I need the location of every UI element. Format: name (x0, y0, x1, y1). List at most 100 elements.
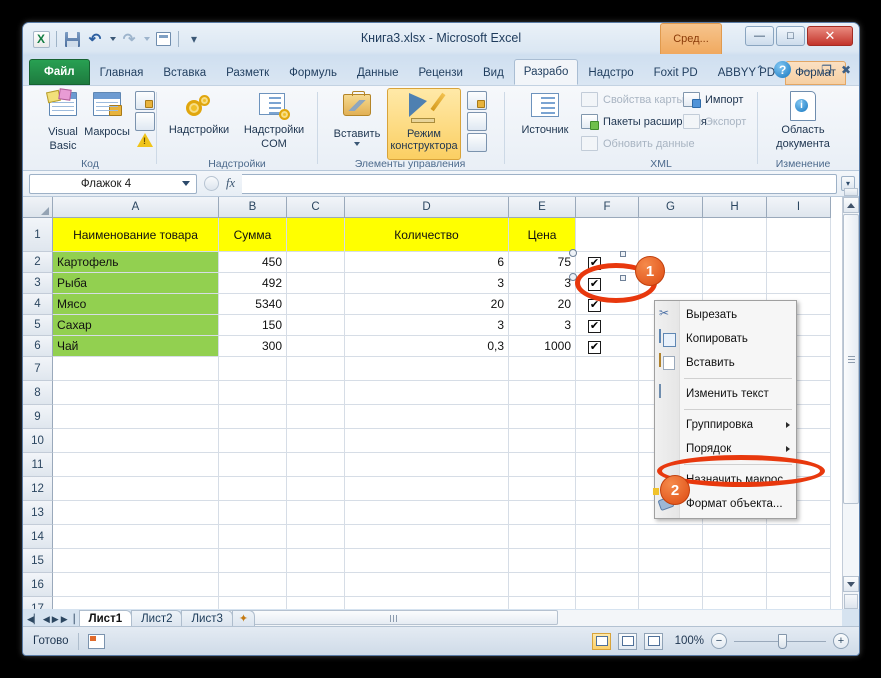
tab-insert[interactable]: Вставка (153, 61, 216, 85)
first-sheet-icon[interactable]: ◀▏ (27, 614, 41, 625)
cell-f1[interactable] (576, 218, 639, 252)
row-header-10[interactable]: 10 (23, 429, 53, 453)
cell-i3[interactable] (767, 273, 831, 294)
last-sheet-icon[interactable]: ▶▕ (61, 614, 75, 625)
menu-item-paste[interactable]: Вставить (655, 351, 796, 375)
cell-a6[interactable]: Чай (53, 336, 219, 357)
insert-control-dropdown-icon[interactable] (354, 142, 360, 146)
cell-f13[interactable] (576, 501, 639, 525)
cell-b3[interactable]: 492 (219, 273, 287, 294)
row-header-7[interactable]: 7 (23, 357, 53, 381)
tab-data[interactable]: Данные (347, 61, 409, 85)
column-header-b[interactable]: B (219, 197, 287, 218)
cell-i14[interactable] (767, 525, 831, 549)
cell-i1[interactable] (767, 218, 831, 252)
cell-d13[interactable] (345, 501, 509, 525)
column-header-a[interactable]: A (53, 197, 219, 218)
tab-layout[interactable]: Разметк (216, 61, 279, 85)
zoom-slider-thumb[interactable] (778, 634, 787, 649)
cell-c11[interactable] (287, 453, 345, 477)
insert-worksheet-icon[interactable]: ✦ (232, 610, 255, 626)
cell-f11[interactable] (576, 453, 639, 477)
column-header-d[interactable]: D (345, 197, 509, 218)
cell-b16[interactable] (219, 573, 287, 597)
cell-c14[interactable] (287, 525, 345, 549)
page-layout-view-button[interactable] (618, 633, 637, 650)
handle-top-center[interactable] (620, 251, 626, 257)
cell-e10[interactable] (509, 429, 576, 453)
insert-function-icon[interactable]: fx (226, 176, 235, 191)
cell-f14[interactable] (576, 525, 639, 549)
cell-b9[interactable] (219, 405, 287, 429)
menu-item-grouping[interactable]: Группировка (655, 413, 796, 437)
handle-top-left[interactable] (569, 249, 577, 257)
cell-b7[interactable] (219, 357, 287, 381)
cell-d14[interactable] (345, 525, 509, 549)
minimize-button[interactable]: — (745, 26, 774, 46)
menu-item-copy[interactable]: Копировать (655, 327, 796, 351)
cell-h17[interactable] (703, 597, 767, 609)
cell-d15[interactable] (345, 549, 509, 573)
cell-i17[interactable] (767, 597, 831, 609)
cell-b13[interactable] (219, 501, 287, 525)
cell-a10[interactable] (53, 429, 219, 453)
row-header-9[interactable]: 9 (23, 405, 53, 429)
scroll-up-button[interactable] (843, 197, 859, 213)
row-header-3[interactable]: 3 (23, 273, 53, 294)
column-header-h[interactable]: H (703, 197, 767, 218)
cell-e11[interactable] (509, 453, 576, 477)
menu-item-cut[interactable]: ✂ Вырезать (655, 303, 796, 327)
cell-b8[interactable] (219, 381, 287, 405)
cell-c2[interactable] (287, 252, 345, 273)
cell-i16[interactable] (767, 573, 831, 597)
cell-e16[interactable] (509, 573, 576, 597)
page-scroll-box[interactable] (844, 594, 858, 609)
record-macro-icon[interactable] (135, 91, 155, 110)
row-header-14[interactable]: 14 (23, 525, 53, 549)
cell-c3[interactable] (287, 273, 345, 294)
use-relative-references-icon[interactable] (135, 112, 155, 131)
tab-review[interactable]: Рецензи (409, 61, 473, 85)
row-header-1[interactable]: 1 (23, 218, 53, 252)
cell-h15[interactable] (703, 549, 767, 573)
cell-c16[interactable] (287, 573, 345, 597)
cell-b12[interactable] (219, 477, 287, 501)
cell-d5[interactable]: 3 (345, 315, 509, 336)
row-header-4[interactable]: 4 (23, 294, 53, 315)
checkbox-row-6[interactable] (588, 341, 601, 354)
cell-e1[interactable]: Цена (509, 218, 576, 252)
view-code-icon[interactable] (467, 112, 487, 131)
cell-e14[interactable] (509, 525, 576, 549)
cell-b14[interactable] (219, 525, 287, 549)
cell-f5[interactable] (576, 315, 639, 336)
cell-f17[interactable] (576, 597, 639, 609)
cell-f6[interactable] (576, 336, 639, 357)
cell-g15[interactable] (639, 549, 703, 573)
cell-d10[interactable] (345, 429, 509, 453)
window-minimize-icon[interactable]: — (800, 63, 812, 77)
cell-g14[interactable] (639, 525, 703, 549)
row-header-13[interactable]: 13 (23, 501, 53, 525)
cell-b5[interactable]: 150 (219, 315, 287, 336)
document-panel-button[interactable]: Область документа (769, 90, 837, 150)
cell-a8[interactable] (53, 381, 219, 405)
cell-d11[interactable] (345, 453, 509, 477)
window-restore-icon[interactable]: ❐ (821, 63, 832, 77)
normal-view-button[interactable] (592, 633, 611, 650)
sheet-tab-1[interactable]: Лист1 (79, 610, 133, 626)
cell-i2[interactable] (767, 252, 831, 273)
import-item[interactable]: Импорт (683, 92, 743, 107)
cell-d1[interactable]: Количество (345, 218, 509, 252)
name-box[interactable]: Флажок 4 (29, 174, 197, 194)
column-header-e[interactable]: E (509, 197, 576, 218)
cell-a1[interactable]: Наименование товара (53, 218, 219, 252)
tab-addins[interactable]: Надстро (578, 61, 643, 85)
close-button[interactable]: ✕ (807, 26, 853, 46)
sheet-tab-2[interactable]: Лист2 (131, 610, 182, 626)
cell-e9[interactable] (509, 405, 576, 429)
scroll-down-button[interactable] (843, 576, 859, 592)
column-header-i[interactable]: I (767, 197, 831, 218)
cell-d6[interactable]: 0,3 (345, 336, 509, 357)
cell-e4[interactable]: 20 (509, 294, 576, 315)
menu-item-edit-text[interactable]: Изменить текст (655, 382, 796, 406)
